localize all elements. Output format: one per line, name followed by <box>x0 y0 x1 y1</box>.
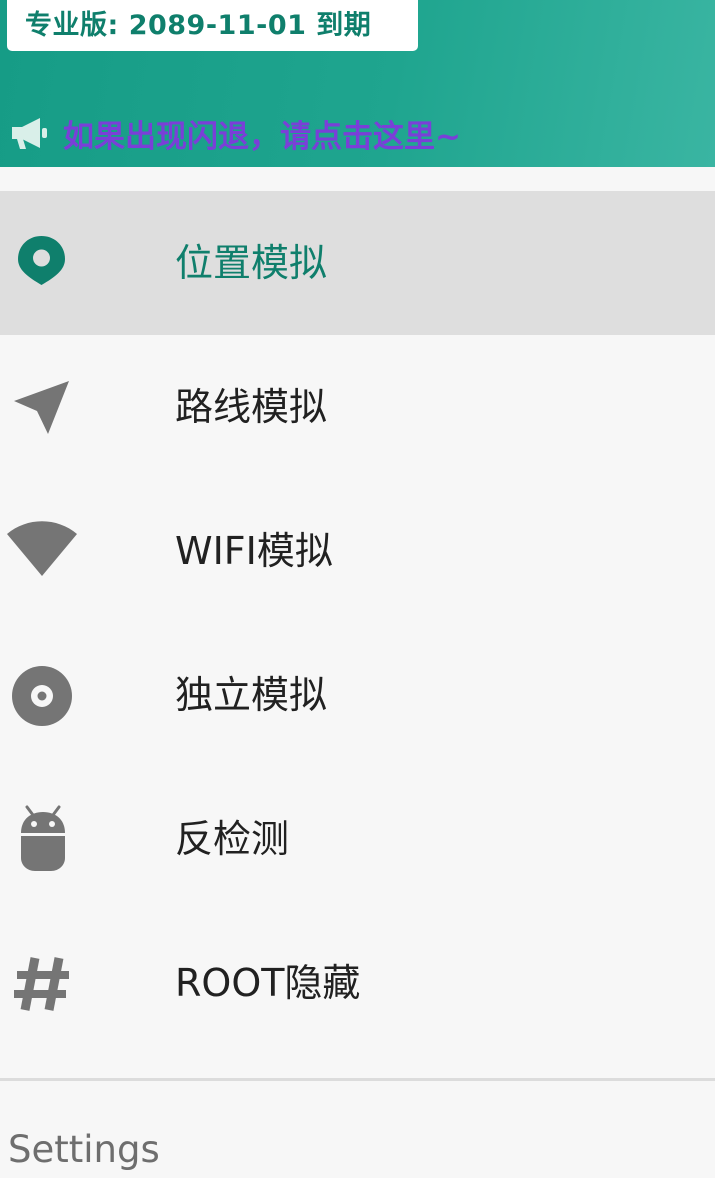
crash-help-text[interactable]: 如果出现闪退，请点击这里~ <box>63 111 461 156</box>
header-spacer <box>0 167 715 191</box>
location-pin-icon <box>0 191 90 335</box>
menu-item-standalone-simulation[interactable]: 独立模拟 <box>0 623 715 767</box>
settings-section-title: Settings <box>8 1128 160 1171</box>
menu-item-wifi-simulation[interactable]: WIFI模拟 <box>0 479 715 623</box>
menu-item-label: 位置模拟 <box>175 241 328 285</box>
megaphone-icon <box>12 118 47 149</box>
android-icon <box>0 767 90 911</box>
hash-icon <box>0 911 90 1055</box>
menu-item-label: 路线模拟 <box>175 385 328 429</box>
menu-item-label: ROOT隐藏 <box>175 961 361 1005</box>
navigation-arrow-icon <box>0 335 90 479</box>
menu-item-anti-detection[interactable]: 反检测 <box>0 767 715 911</box>
crash-help-notice[interactable]: 如果出现闪退，请点击这里~ <box>9 110 461 156</box>
menu-item-label: 独立模拟 <box>175 673 328 717</box>
menu-item-route-simulation[interactable]: 路线模拟 <box>0 335 715 479</box>
pro-expiry-badge: 专业版: 2089-11-01 到期 <box>7 0 418 51</box>
menu-item-label: WIFI模拟 <box>175 529 333 573</box>
drawer-header: 专业版: 2089-11-01 到期 如果出现闪退，请点击这里~ <box>0 0 715 167</box>
section-divider <box>0 1078 715 1081</box>
disc-icon <box>0 623 90 767</box>
menu-item-label: 反检测 <box>175 817 290 861</box>
menu-item-location-simulation[interactable]: 位置模拟 <box>0 191 715 335</box>
wifi-icon <box>0 479 90 623</box>
navigation-menu: 位置模拟 路线模拟 WIFI模拟 独立模拟 反检测 ROOT隐藏 <box>0 191 715 1055</box>
menu-item-root-hiding[interactable]: ROOT隐藏 <box>0 911 715 1055</box>
